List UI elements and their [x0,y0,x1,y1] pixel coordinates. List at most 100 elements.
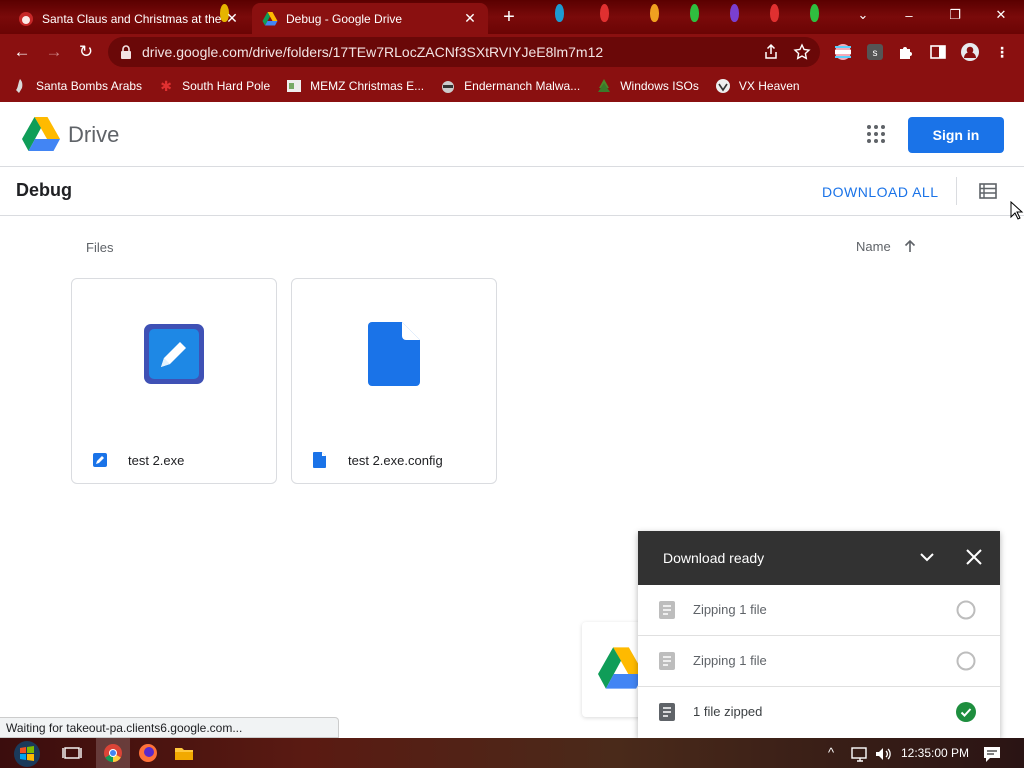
tab-santa-claus[interactable]: Santa Claus and Christmas at the ✕ [8,3,250,34]
download-item-label: Zipping 1 file [693,653,767,668]
download-item: Zipping 1 file [638,585,1000,636]
raccoon-icon [442,81,455,93]
download-item-label: Zipping 1 file [693,602,767,617]
restore-button[interactable]: ❐ [932,0,978,30]
close-icon[interactable] [965,548,983,566]
google-drive-logo-icon[interactable] [22,117,60,151]
christmas-light-decoration [730,4,739,22]
download-item[interactable]: 1 file zipped [638,687,1000,738]
show-hidden-icons-chevron-icon[interactable]: ^ [828,745,834,760]
forward-arrow-icon[interactable]: → [44,42,64,62]
sort-by-name-button[interactable]: Name [856,239,891,254]
file-card[interactable]: test 2.exe.config [291,278,497,484]
close-tab-icon[interactable]: ✕ [462,10,478,27]
file-name: test 2.exe.config [348,453,443,468]
bookmark-label: Endermanch Malwa... [464,79,581,93]
close-window-button[interactable]: ✕ [978,0,1024,30]
file-card[interactable]: test 2.exe [71,278,277,484]
svg-text:s: s [873,48,878,59]
back-arrow-icon[interactable]: ← [12,42,32,62]
download-panel-title: Download ready [663,550,765,566]
mouse-cursor-icon [1010,201,1024,220]
url-text: drive.google.com/drive/folders/17TEw7RLo… [142,44,604,60]
bookmark-item[interactable]: Windows ISOs [596,78,699,94]
archive-file-icon [659,652,675,670]
santa-icon [16,79,23,93]
browser-toolbar: ← → ↻ drive.google.com/drive/folders/17T… [0,34,1024,70]
address-bar[interactable]: drive.google.com/drive/folders/17TEw7RLo… [108,37,820,67]
sort-ascending-arrow-icon[interactable] [902,238,918,254]
download-panel: Download ready Zipping 1 file Zipping 1 … [638,531,1000,738]
tab-debug-google-drive[interactable]: Debug - Google Drive ✕ [252,3,488,34]
file-explorer-icon[interactable] [174,743,194,763]
exe-file-type-icon [93,453,107,467]
volume-speaker-icon[interactable] [873,744,893,764]
action-center-notifications-icon[interactable] [982,744,1002,764]
lock-icon [121,45,131,59]
taskbar-clock[interactable]: 12:35:00 PM [901,746,969,760]
santa-favicon-icon [19,11,33,26]
exe-app-icon [144,324,204,384]
task-view-icon[interactable] [62,743,82,763]
archive-file-icon [659,703,675,721]
file-preview [292,279,496,429]
bookmark-item[interactable]: MEMZ Christmas E... [286,78,424,94]
tab-title: Debug - Google Drive [286,11,403,26]
document-file-type-icon [313,452,326,468]
bookmarks-bar: Santa Bombs Arabs ✱ South Hard Pole MEMZ… [0,70,1024,102]
bookmark-item[interactable]: Endermanch Malwa... [440,78,580,94]
bookmark-item[interactable]: VX Heaven [715,78,800,94]
drive-header: Drive Sign in [0,102,1024,167]
download-item: Zipping 1 file [638,636,1000,687]
download-all-button[interactable]: DOWNLOAD ALL [822,184,938,200]
bookmark-item[interactable]: Santa Bombs Arabs [12,78,142,94]
sign-in-button[interactable]: Sign in [908,117,1004,153]
bookmark-item[interactable]: ✱ South Hard Pole [158,78,270,94]
bookmark-label: MEMZ Christmas E... [310,79,425,93]
file-preview [72,279,276,429]
share-icon[interactable] [762,43,780,61]
toolbar-divider [956,177,957,205]
google-apps-grid-icon[interactable] [866,124,886,144]
christmas-light-decoration [810,4,819,22]
minimize-button[interactable]: – [886,0,932,30]
file-name: test 2.exe [128,453,185,468]
browser-menu-icon[interactable]: ⋮ [993,43,1011,61]
new-tab-button[interactable]: + [498,6,520,29]
pending-circle-icon [956,600,976,620]
extensions-puzzle-icon[interactable] [897,43,915,61]
google-drive-favicon-icon [262,11,278,25]
profile-avatar-icon[interactable] [960,42,980,62]
close-tab-icon[interactable]: ✕ [224,10,240,27]
bookmark-star-icon[interactable] [793,43,811,61]
side-panel-icon[interactable] [929,43,947,61]
browser-status-bar: Waiting for takeout-pa.clients6.google.c… [0,717,339,738]
files-section-label: Files [86,240,114,255]
memz-icon [287,80,302,92]
archive-file-icon [659,601,675,619]
tab-search-chevron-icon[interactable]: ⌄ [840,0,886,30]
pending-circle-icon [956,651,976,671]
profile-flag-extension-icon[interactable] [834,43,852,61]
list-view-icon[interactable] [979,183,997,199]
extension-s-icon[interactable]: s [866,43,884,61]
folder-title: Debug [16,180,72,200]
tree-icon [598,79,611,92]
reload-icon[interactable]: ↻ [76,42,96,62]
tab-title: Santa Claus and Christmas at the [42,11,222,26]
chevron-down-icon[interactable] [918,548,936,566]
christmas-light-decoration [690,4,699,22]
document-file-icon [368,322,420,386]
windows-start-icon[interactable] [12,740,42,768]
firefox-icon[interactable] [138,743,158,763]
christmas-light-decoration [555,4,564,22]
drive-brand-name: Drive [68,122,120,147]
tab-strip: Santa Claus and Christmas at the ✕ Debug… [0,0,1024,34]
network-icon[interactable] [850,744,870,764]
folder-toolbar: Debug DOWNLOAD ALL [0,167,1024,216]
christmas-light-decoration [600,4,609,22]
bookmark-label: VX Heaven [738,79,800,93]
chrome-icon[interactable] [103,743,123,763]
christmas-light-decoration [650,4,659,22]
check-circle-icon [956,702,976,722]
